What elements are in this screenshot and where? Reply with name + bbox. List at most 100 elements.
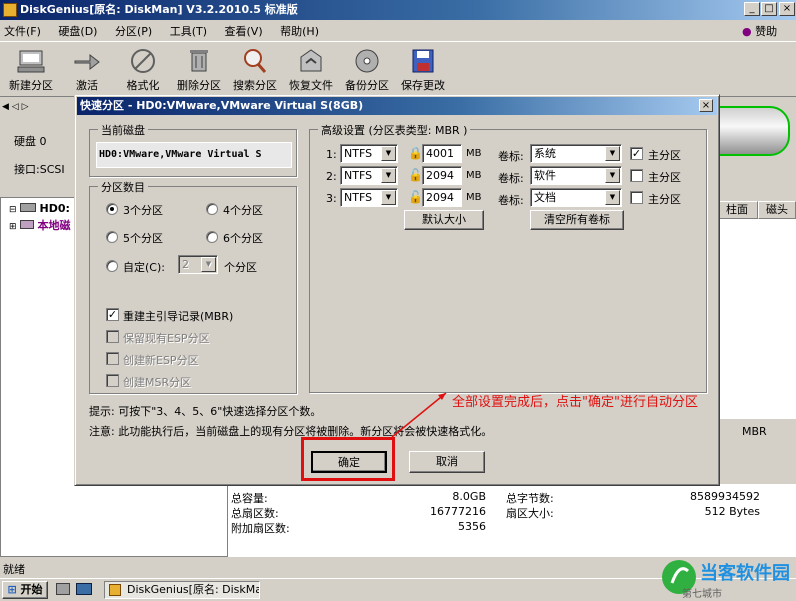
partition-table-area <box>716 219 796 419</box>
cancel-button[interactable]: 取消 <box>409 451 485 473</box>
chevron-down-icon: ▼ <box>381 168 396 183</box>
row-3-size-unit: MB <box>466 192 482 203</box>
partition-table-type: MBR <box>742 425 767 438</box>
toolbar-recover-files-button[interactable]: 恢复文件 <box>284 44 338 94</box>
menu-view[interactable]: 查看(V) <box>225 25 263 38</box>
radio-5-partitions[interactable] <box>106 231 118 243</box>
stat-sector-size-value: 512 Bytes <box>704 505 760 518</box>
partition-count-group-label: 分区数目 <box>98 179 148 195</box>
taskbar-diskgenius-task[interactable]: DiskGenius[原名: DiskMa... <box>104 581 260 599</box>
stat-sector-size-label: 扇区大小: <box>506 507 554 520</box>
column-cylinder[interactable]: 柱面 <box>716 201 758 219</box>
row-2-size-input[interactable]: 2094 <box>422 166 462 185</box>
backup-partition-icon <box>355 49 379 73</box>
menu-tools[interactable]: 工具(T) <box>170 25 207 38</box>
radio-6-partitions-label: 6个分区 <box>223 232 263 245</box>
watermark-text: 当客软件园 <box>700 563 790 584</box>
radio-3-partitions[interactable] <box>106 203 118 215</box>
row-3-size-input[interactable]: 2094 <box>422 188 462 207</box>
quicklaunch-disk-icon[interactable] <box>56 583 70 595</box>
annotation-arrow <box>391 392 447 438</box>
row-3-volume-label: 卷标: <box>498 194 524 207</box>
advanced-settings-group-label: 高级设置 (分区表类型: MBR ) <box>318 122 471 138</box>
tree-node-local-disk[interactable]: ⊞ 本地磁 <box>9 217 71 233</box>
row-1-volume-combo[interactable]: 系统 ▼ <box>530 144 622 163</box>
row-3-primary-label: 主分区 <box>648 193 681 206</box>
row-1-primary-checkbox[interactable]: ✓ <box>630 147 643 160</box>
radio-6-partitions[interactable] <box>206 231 218 243</box>
row-2-primary-checkbox[interactable] <box>630 169 643 182</box>
watermark: 当客软件园 第七城市 <box>660 557 796 601</box>
row-3-volume-combo[interactable]: 文档 ▼ <box>530 188 622 207</box>
chevron-down-icon: ▼ <box>201 257 216 272</box>
create-esp-checkbox[interactable] <box>106 352 119 365</box>
default-size-button[interactable]: 默认大小 <box>404 210 484 230</box>
minimize-button[interactable]: _ <box>744 2 760 16</box>
close-button[interactable]: × <box>779 2 795 16</box>
watermark-subtext: 第七城市 <box>682 589 722 600</box>
radio-custom[interactable] <box>106 260 118 272</box>
row-1-size-input[interactable]: 4001 <box>422 144 462 163</box>
status-text: 就绪 <box>3 563 25 576</box>
radio-4-partitions-label: 4个分区 <box>223 204 263 217</box>
clear-labels-button[interactable]: 清空所有卷标 <box>530 210 624 230</box>
row-3-filesystem-combo[interactable]: NTFS ▼ <box>340 188 398 207</box>
partition-count-group: 分区数目 3个分区 4个分区 5个分区 6个分区 自定(C): 2 ▼ 个分区 … <box>89 179 297 394</box>
rebuild-mbr-checkbox[interactable]: ✓ <box>106 308 119 321</box>
save-changes-icon <box>412 49 434 73</box>
interface-label: 接口:SCSI <box>14 163 65 176</box>
stat-total-bytes-label: 总字节数: <box>506 492 554 505</box>
chevron-down-icon: ▼ <box>605 168 620 183</box>
ok-button[interactable]: 确定 <box>311 451 387 473</box>
quicklaunch-desktop-icon[interactable] <box>76 583 92 595</box>
custom-count-combo[interactable]: 2 ▼ <box>178 255 218 274</box>
row-2-index: 2: <box>326 170 337 183</box>
create-msr-label: 创建MSR分区 <box>123 376 192 389</box>
toolbar-search-partition-button[interactable]: 搜索分区 <box>228 44 282 94</box>
row-2-volume-label: 卷标: <box>498 172 524 185</box>
tree-node-hd0[interactable]: ⊟ HD0: <box>9 202 70 215</box>
unlock-icon[interactable]: 🔓 <box>408 168 423 182</box>
format-icon <box>131 49 155 73</box>
menu-help[interactable]: 帮助(H) <box>280 25 319 38</box>
row-2-volume-combo[interactable]: 软件 ▼ <box>530 166 622 185</box>
keep-esp-label: 保留现有ESP分区 <box>123 332 210 345</box>
toolbar-activate-button[interactable]: 激活 <box>60 44 114 94</box>
donate-link[interactable]: ● 赞助 <box>742 23 777 39</box>
keep-esp-checkbox[interactable] <box>106 330 119 343</box>
app-icon <box>3 3 17 17</box>
row-1-volume-label: 卷标: <box>498 150 524 163</box>
current-disk-value: HD0:VMware,VMware Virtual S <box>96 142 292 168</box>
activate-icon <box>74 53 100 71</box>
menu-partition[interactable]: 分区(P) <box>115 25 152 38</box>
row-3-index: 3: <box>326 192 337 205</box>
start-button[interactable]: ⊞ 开始 <box>2 581 48 599</box>
hint-text: 提示: 可按下"3、4、5、6"快速选择分区个数。 <box>89 405 322 418</box>
menu-bar: 文件(F) 硬盘(D) 分区(P) 工具(T) 查看(V) 帮助(H) <box>4 23 704 39</box>
chevron-down-icon: ▼ <box>381 190 396 205</box>
create-msr-checkbox[interactable] <box>106 374 119 387</box>
row-1-filesystem-combo[interactable]: NTFS ▼ <box>340 144 398 163</box>
unlock-icon[interactable]: 🔓 <box>408 190 423 204</box>
row-2-filesystem-combo[interactable]: NTFS ▼ <box>340 166 398 185</box>
toolbar-format-button[interactable]: 格式化 <box>116 44 170 94</box>
menu-disk[interactable]: 硬盘(D) <box>58 25 97 38</box>
stat-total-capacity-label: 总容量: <box>231 492 268 505</box>
row-3-primary-checkbox[interactable] <box>630 191 643 204</box>
lock-icon[interactable]: 🔒 <box>408 146 423 160</box>
toolbar-delete-partition-button[interactable]: 删除分区 <box>172 44 226 94</box>
toolbar-new-partition-button[interactable]: 新建分区 <box>4 44 58 94</box>
search-partition-icon <box>244 49 267 73</box>
disk-graphic <box>712 106 790 156</box>
nav-arrows[interactable]: ◀ ◁ ▷ <box>2 102 29 112</box>
maximize-button[interactable]: □ <box>761 2 777 16</box>
dialog-close-button[interactable]: × <box>699 99 713 112</box>
hard-disk-icon <box>20 203 37 212</box>
stat-extra-sectors-label: 附加扇区数: <box>231 522 290 535</box>
toolbar-backup-partition-button[interactable]: 备份分区 <box>340 44 394 94</box>
menu-file[interactable]: 文件(F) <box>4 25 41 38</box>
radio-4-partitions[interactable] <box>206 203 218 215</box>
column-head[interactable]: 磁头 <box>758 201 796 219</box>
toolbar-save-changes-button[interactable]: 保存更改 <box>396 44 450 94</box>
stat-extra-sectors-value: 5356 <box>458 520 486 533</box>
